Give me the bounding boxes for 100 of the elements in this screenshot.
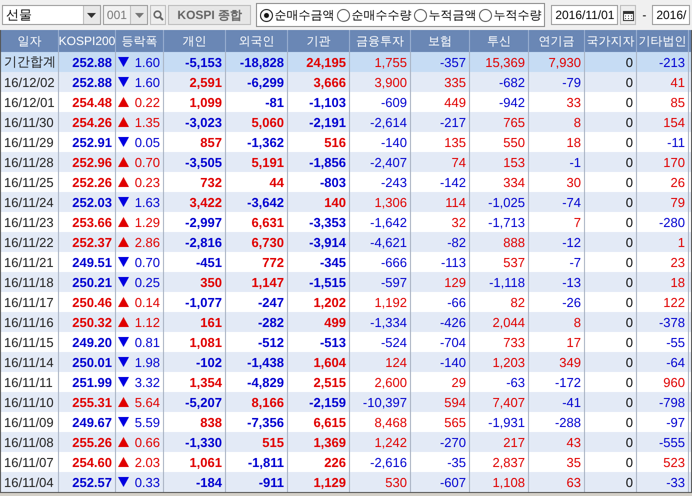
table-cell: -13: [562, 274, 581, 290]
table-cell: 24,195: [306, 54, 346, 70]
table-cell: 0: [626, 374, 633, 390]
radio-button[interactable]: [414, 8, 428, 22]
table-cell: 250.32: [72, 314, 112, 330]
table-cell: 7,407: [492, 394, 525, 410]
table-cell: 250.01: [72, 354, 112, 370]
market-dropdown[interactable]: 선물: [2, 5, 101, 25]
table-cell: -213: [658, 54, 685, 70]
table-cell: -2,816: [185, 234, 222, 250]
table-cell: 43: [566, 434, 581, 450]
table-cell: 1,755: [374, 54, 407, 70]
table-cell: -357: [440, 54, 466, 70]
table-cell: 1.60: [134, 54, 160, 70]
calendar-button[interactable]: [620, 5, 636, 25]
table-cell: 252.03: [72, 194, 112, 210]
table-cell: 2,044: [492, 314, 525, 330]
end-date-field[interactable]: 2016/: [652, 5, 690, 25]
table-cell: 0: [626, 74, 633, 90]
radio-button[interactable]: [479, 8, 492, 22]
table-cell: 15,369: [485, 54, 525, 70]
table-cell: 16/11/23: [4, 214, 54, 230]
table-cell: 530: [385, 474, 407, 490]
table-cell: -63: [506, 374, 525, 390]
table-cell: 6,615: [313, 414, 346, 430]
table-cell: 1,203: [492, 354, 525, 370]
table-cell: 0.33: [134, 474, 160, 490]
table-cell: -1,334: [370, 314, 407, 330]
table-cell: 733: [503, 334, 525, 350]
search-icon: [152, 10, 164, 20]
table-cell: -1,931: [488, 414, 525, 430]
table-cell: 63: [566, 474, 581, 490]
radio-button[interactable]: [260, 8, 274, 22]
table-cell: -1,025: [488, 194, 525, 210]
table-cell: -426: [440, 314, 466, 330]
table-cell: 26: [670, 174, 685, 190]
table-cell: -3,353: [309, 214, 346, 230]
table-cell: 0: [626, 54, 633, 70]
table-cell: 1.98: [134, 354, 160, 370]
table-cell: 16/12/01: [4, 94, 55, 110]
table-cell: 252.88: [72, 54, 112, 70]
table-cell: -1,642: [370, 214, 407, 230]
table-cell: 254.48: [72, 94, 112, 110]
table-cell: 838: [200, 414, 222, 430]
table-cell: 350: [200, 274, 222, 290]
table-cell: -524: [380, 334, 407, 350]
table-cell: 135: [444, 134, 466, 150]
table-cell: 250.46: [72, 294, 112, 310]
radio-button[interactable]: [337, 8, 350, 22]
table-cell: 252.37: [72, 234, 112, 250]
table-cell: -2,159: [309, 394, 346, 410]
table-cell: 18: [670, 274, 685, 290]
table-cell: 249.20: [72, 334, 112, 350]
table-cell: 252.88: [72, 74, 112, 90]
table-cell: 255.26: [72, 434, 112, 450]
table-cell: 335: [444, 74, 466, 90]
table-cell: 6,631: [251, 214, 284, 230]
table-cell: -1,330: [185, 434, 222, 450]
table-cell: 124: [385, 354, 407, 370]
table-cell: 252.26: [72, 174, 112, 190]
table-cell: 16/11/17: [4, 294, 54, 310]
table-cell: 772: [262, 254, 284, 270]
radio-label: 순매수수량: [351, 6, 412, 24]
table-cell: 16/11/16: [4, 314, 54, 330]
table-cell: 1.60: [134, 74, 160, 90]
table-cell: 129: [444, 274, 466, 290]
index-name-label: KOSPI 종합: [168, 5, 252, 25]
table-cell: 85: [670, 94, 685, 110]
table-cell: 5.64: [134, 394, 160, 410]
table-cell: 16/11/25: [4, 174, 54, 190]
table-cell: 252.96: [72, 154, 112, 170]
table-cell: -270: [440, 434, 466, 450]
table-cell: -74: [562, 194, 581, 210]
table-cell: 252.91: [72, 134, 112, 150]
table-cell: 857: [200, 134, 222, 150]
code-dropdown[interactable]: 001: [102, 5, 148, 25]
table-cell: -1,438: [247, 354, 284, 370]
table-cell: 0: [626, 454, 633, 470]
table-cell: -140: [440, 354, 466, 370]
table-cell: 960: [663, 374, 685, 390]
table-cell: -609: [380, 94, 407, 110]
table-cell: 5,191: [251, 154, 284, 170]
table-cell: 1: [678, 234, 685, 250]
table-cell: -682: [498, 74, 525, 90]
table-cell: 16/11/07: [4, 454, 54, 470]
table-cell: 8: [574, 114, 581, 130]
table-cell: -1,856: [309, 154, 346, 170]
table-cell: -217: [440, 114, 466, 130]
table-cell: -5,153: [185, 54, 222, 70]
table-cell: 41: [670, 74, 685, 90]
table-cell: 16/11/09: [4, 414, 54, 430]
table-cell: 0: [626, 414, 633, 430]
table-cell: -798: [658, 394, 685, 410]
start-date-field[interactable]: 2016/11/01: [551, 5, 618, 25]
table-cell: -142: [440, 174, 466, 190]
table-cell: 170: [663, 154, 685, 170]
table-cell: -64: [666, 354, 685, 370]
search-button[interactable]: [150, 5, 166, 25]
table-cell: -26: [562, 294, 581, 310]
table-cell: 1,604: [313, 354, 346, 370]
